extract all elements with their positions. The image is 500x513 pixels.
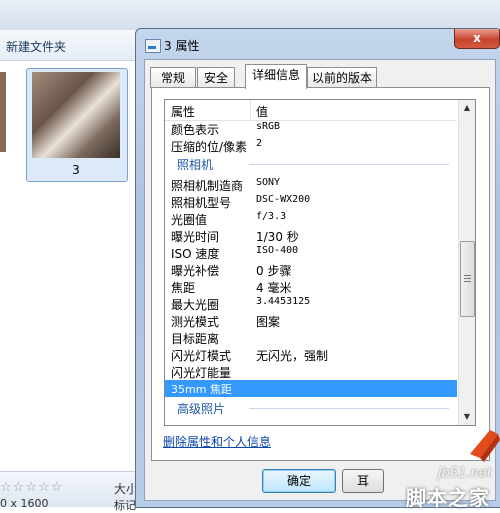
list-header: 属性 值 bbox=[165, 100, 457, 121]
property-value: 图案 bbox=[256, 315, 281, 329]
group-divider-line bbox=[249, 164, 449, 165]
property-value: DSC-WX200 bbox=[256, 194, 311, 205]
property-name: ISO 速度 bbox=[171, 247, 220, 261]
property-name: 35mm 焦距 bbox=[171, 383, 232, 396]
property-name: 测光模式 bbox=[171, 315, 220, 329]
group-label: 高级照片 bbox=[177, 402, 226, 416]
group-header-advanced-photo: 高级照片 bbox=[165, 399, 457, 417]
property-row[interactable]: 焦距 4 毫米 bbox=[165, 278, 457, 295]
column-divider[interactable] bbox=[250, 100, 251, 120]
vertical-scrollbar[interactable]: ▲ ▼ bbox=[458, 100, 475, 425]
property-row[interactable]: 照相机制造商 SONY bbox=[165, 176, 457, 193]
property-row-selected[interactable]: 35mm 焦距 bbox=[165, 380, 457, 397]
property-name: 光圈值 bbox=[171, 213, 208, 227]
property-value: 1/30 秒 bbox=[256, 230, 299, 244]
tab-security[interactable]: 安全 bbox=[197, 67, 235, 88]
tab-previous-versions[interactable]: 以前的版本 bbox=[307, 67, 377, 88]
dialog-title: 3 属性 bbox=[164, 39, 200, 53]
grip-line bbox=[464, 281, 471, 282]
folder-title: 新建文件夹 bbox=[6, 40, 67, 54]
property-row[interactable]: 压缩的位/像素 2 bbox=[165, 137, 457, 154]
property-row[interactable]: 曝光补偿 0 步骤 bbox=[165, 261, 457, 278]
scroll-down-arrow-icon[interactable]: ▼ bbox=[459, 409, 475, 425]
explorer-titlebar bbox=[0, 0, 500, 31]
tab-general[interactable]: 常规 bbox=[150, 67, 196, 88]
property-row[interactable]: 曝光时间 1/30 秒 bbox=[165, 227, 457, 244]
property-value: sRGB bbox=[256, 121, 281, 132]
grip-line bbox=[464, 278, 471, 279]
scrollbar-thumb[interactable] bbox=[460, 241, 475, 317]
remove-properties-link[interactable]: 删除属性和个人信息 bbox=[163, 433, 271, 450]
property-row[interactable]: ISO 速度 ISO-400 bbox=[165, 244, 457, 261]
file-name-label: 3 bbox=[72, 163, 80, 177]
group-label: 照相机 bbox=[177, 158, 214, 172]
property-name: 照相机制造商 bbox=[171, 179, 244, 193]
property-value: f/3.3 bbox=[256, 211, 287, 222]
tab-details[interactable]: 详细信息 bbox=[245, 64, 307, 89]
group-divider-line bbox=[249, 408, 449, 409]
property-row[interactable]: 闪光灯能量 bbox=[165, 363, 457, 380]
property-row[interactable]: 光圈值 f/3.3 bbox=[165, 210, 457, 227]
property-name: 闪光灯能量 bbox=[171, 366, 232, 380]
properties-dialog: 3 属性 x 常规 安全 详细信息 以前的版本 属性 值 颜色表示 sRGB 压缩… bbox=[135, 28, 500, 508]
property-value: 2 bbox=[256, 138, 263, 149]
property-value: 3.4453125 bbox=[256, 296, 311, 307]
watermark-site: jb51.net bbox=[438, 466, 492, 481]
grip-line bbox=[464, 275, 471, 276]
property-name: 压缩的位/像素 bbox=[171, 140, 248, 154]
property-name: 曝光时间 bbox=[171, 230, 220, 244]
scroll-up-arrow-icon[interactable]: ▲ bbox=[459, 100, 475, 116]
property-row[interactable]: 颜色表示 sRGB bbox=[165, 120, 457, 137]
tags-label: 标记 bbox=[114, 499, 136, 512]
rating-stars[interactable]: ☆☆☆☆☆ bbox=[0, 480, 63, 495]
property-list[interactable]: 属性 值 颜色表示 sRGB 压缩的位/像素 2 照相机 照相机制造商 SONY 照相… bbox=[164, 99, 476, 426]
property-value: ISO-400 bbox=[256, 245, 299, 256]
property-value: 4 毫米 bbox=[256, 281, 292, 295]
property-name: 照相机型号 bbox=[171, 196, 232, 210]
property-name: 闪光灯模式 bbox=[171, 349, 232, 363]
property-name: 曝光补偿 bbox=[171, 264, 220, 278]
property-name: 最大光圈 bbox=[171, 298, 220, 312]
watermark-logo bbox=[470, 430, 500, 462]
property-name: 颜色表示 bbox=[171, 123, 220, 137]
close-button[interactable]: x bbox=[454, 29, 500, 49]
property-value: SONY bbox=[256, 177, 281, 188]
watermark-text: 脚本之家 bbox=[406, 486, 490, 510]
property-name: 焦距 bbox=[171, 281, 196, 295]
column-header-value[interactable]: 值 bbox=[256, 103, 268, 120]
property-row[interactable]: 闪光灯模式 无闪光，强制 bbox=[165, 346, 457, 363]
property-row[interactable]: 照相机型号 DSC-WX200 bbox=[165, 193, 457, 210]
property-value: 0 步骤 bbox=[256, 264, 292, 278]
column-header-property[interactable]: 属性 bbox=[171, 103, 195, 120]
property-row[interactable]: 目标距离 bbox=[165, 329, 457, 346]
resolution-text: 0 x 1600 bbox=[0, 497, 49, 510]
group-header-camera: 照相机 bbox=[165, 155, 457, 173]
property-name: 目标距离 bbox=[171, 332, 220, 346]
ok-button[interactable]: 确定 bbox=[262, 469, 336, 493]
property-row[interactable]: 测光模式 图案 bbox=[165, 312, 457, 329]
thumbnail-partial[interactable] bbox=[0, 72, 6, 152]
photo-thumbnail[interactable] bbox=[32, 72, 120, 158]
cancel-button[interactable]: 耳 bbox=[342, 469, 384, 493]
property-value: 无闪光，强制 bbox=[256, 349, 329, 363]
property-row[interactable]: 最大光圈 3.4453125 bbox=[165, 295, 457, 312]
image-file-icon bbox=[145, 39, 161, 53]
